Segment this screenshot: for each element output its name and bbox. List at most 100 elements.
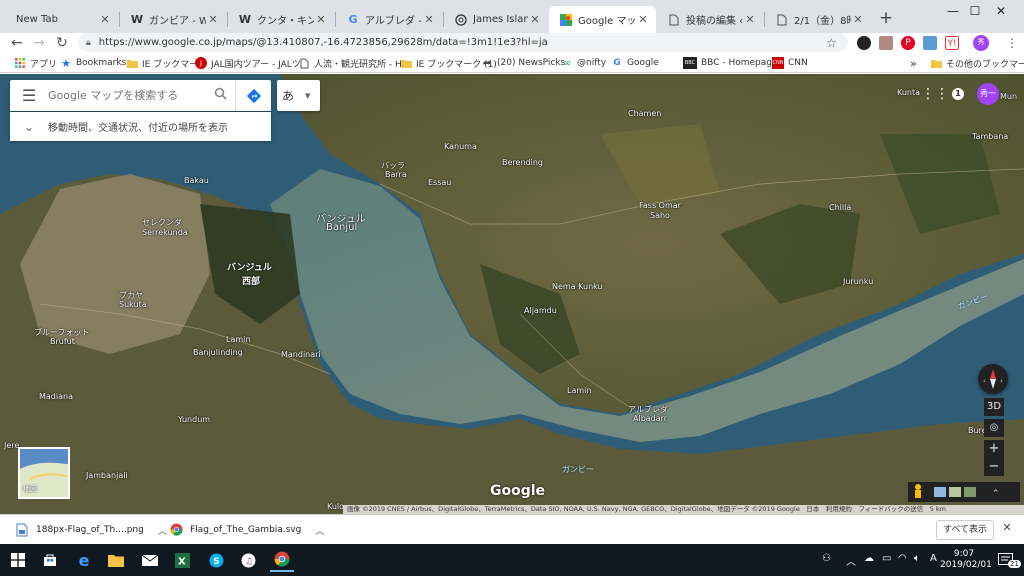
close-icon[interactable]: ✕	[206, 13, 220, 26]
bookmarks-overflow-button[interactable]: »	[910, 56, 917, 70]
compass-icon[interactable]: ‹ ›	[978, 364, 1008, 394]
place-label[interactable]: Kulo	[327, 502, 344, 511]
place-label[interactable]: バンジュル	[227, 260, 272, 273]
profile-icon[interactable]: 秀	[973, 35, 989, 51]
place-label[interactable]: Yundum	[178, 415, 210, 424]
bookmark-star-icon[interactable]: ☆	[826, 36, 842, 50]
people-icon[interactable]: ⚇	[822, 553, 831, 564]
bookmark-jinryu[interactable]: 人流・観光研究所 - H	[298, 56, 402, 70]
download-item[interactable]: 188px-Flag_of_Th....png ︿	[16, 522, 167, 538]
search-icon[interactable]	[205, 87, 235, 104]
place-label[interactable]: Chamen	[628, 109, 661, 118]
place-label[interactable]: Banjul	[326, 222, 357, 233]
action-center-icon[interactable]: 21	[994, 548, 1021, 572]
chevron-up-icon[interactable]: ︿	[315, 524, 324, 537]
excel-icon[interactable]: X	[170, 548, 194, 572]
extension-screenshot-icon[interactable]	[923, 36, 937, 50]
back-arrow-icon[interactable]: ←	[8, 34, 26, 52]
place-label[interactable]: Lamin	[226, 335, 250, 344]
place-label[interactable]: セレクンダ	[142, 217, 182, 228]
maps-search-input[interactable]	[48, 89, 205, 102]
store-icon[interactable]	[38, 548, 62, 572]
show-all-downloads-button[interactable]: すべて表示	[936, 520, 994, 540]
language-selector[interactable]: あ ▼	[277, 80, 320, 111]
volume-icon[interactable]: 🔈︎	[914, 553, 920, 564]
onedrive-cloud-icon[interactable]: ☁	[864, 553, 874, 564]
edge-icon[interactable]: e	[72, 548, 96, 572]
place-label[interactable]: Sukuta	[119, 300, 147, 309]
yahoo-icon[interactable]: Y!	[945, 36, 959, 50]
place-label[interactable]: Banjulinding	[193, 348, 243, 357]
tray-chevron-up-icon[interactable]: ︿	[846, 553, 856, 568]
tray-app-icon[interactable]: ▭	[882, 553, 891, 564]
tab-kunta-kinteh-wikipedia[interactable]: W クンタ・キンテ島と関 ✕	[228, 6, 334, 33]
tab-post-edit[interactable]: 投稿の編集 ‹ 観光 ✕	[657, 6, 763, 33]
my-location-icon[interactable]: ◎	[984, 419, 1004, 437]
bookmark-bookmarks[interactable]: ★ Bookmarks	[60, 56, 126, 70]
directions-icon[interactable]	[235, 80, 271, 111]
close-icon[interactable]: ✕	[1000, 521, 1014, 534]
forward-arrow-icon[interactable]: →	[30, 34, 48, 52]
bookmark-jal[interactable]: J JAL国内ツアー - JALツ	[195, 56, 301, 70]
close-icon[interactable]: ✕	[98, 13, 112, 26]
itunes-icon[interactable]: ♫	[236, 548, 260, 572]
place-label[interactable]: Kunta	[897, 88, 920, 97]
reload-icon[interactable]: ↻	[53, 34, 71, 52]
place-label[interactable]: 西部	[242, 274, 260, 287]
ime-icon[interactable]: A	[930, 553, 937, 564]
tab-albreda-google[interactable]: G アルブレダ - Google ✕	[336, 6, 442, 33]
place-label[interactable]: Albadarr	[633, 414, 667, 423]
place-label[interactable]: Jurunku	[843, 277, 873, 286]
tab-google-maps[interactable]: Google マップ ✕	[549, 6, 656, 33]
bookmark-nifty[interactable]: ∞ @nifty	[561, 56, 606, 70]
close-icon[interactable]: ✕	[743, 13, 757, 26]
close-icon[interactable]: ✕	[851, 13, 865, 26]
bookmark-newspicks[interactable]: ➦ (20) NewsPicks	[481, 56, 565, 70]
tab-gambia-wikipedia[interactable]: W ガンビア - Wikipedia ✕	[120, 6, 226, 33]
chevron-up-icon[interactable]: ︿	[158, 524, 167, 537]
taskbar-clock[interactable]: 9:07 2019/02/01	[940, 549, 992, 571]
wifi-icon[interactable]: ◠	[898, 553, 907, 564]
chrome-icon[interactable]	[270, 548, 294, 572]
extension-pdf-icon[interactable]	[879, 36, 893, 50]
tab-schedule[interactable]: 2/1（金）8時〜 ✕	[765, 6, 871, 33]
place-label[interactable]: Jambanjali	[86, 471, 128, 480]
mail-icon[interactable]	[138, 548, 162, 572]
place-label[interactable]: Madiana	[39, 392, 73, 401]
place-label[interactable]: Berending	[502, 158, 543, 167]
bookmark-google[interactable]: G Google	[611, 56, 658, 70]
place-label[interactable]: Kanuma	[444, 142, 477, 151]
zoom-in-button[interactable]: +	[984, 440, 1004, 458]
close-icon[interactable]: ✕	[314, 13, 328, 26]
place-label[interactable]: Mun	[1000, 92, 1017, 101]
notification-badge[interactable]: 1	[952, 88, 964, 100]
place-label[interactable]: Fass Omar	[639, 201, 681, 210]
place-label[interactable]: Chilla	[829, 203, 851, 212]
explore-nearby-bar[interactable]: ⌄ 移動時間、交通状況、付近の場所を表示	[10, 112, 271, 141]
tilt-3d-button[interactable]: 3D	[984, 398, 1004, 416]
place-label[interactable]: Aljamdu	[524, 306, 557, 315]
zoom-out-button[interactable]: −	[984, 458, 1004, 476]
place-label[interactable]: Barra	[385, 170, 407, 179]
place-label[interactable]: Bakau	[184, 176, 209, 185]
hamburger-menu-icon[interactable]: ☰	[10, 86, 48, 105]
bookmark-bbc[interactable]: BBC BBC - Homepage	[683, 56, 778, 70]
close-icon[interactable]: ✕	[422, 13, 436, 26]
extension-contrast-icon[interactable]	[857, 36, 871, 50]
place-label[interactable]: Saho	[650, 211, 670, 220]
place-label[interactable]: Nema Kunku	[552, 282, 603, 291]
windows-start-icon[interactable]	[6, 548, 30, 572]
window-close-button[interactable]: ✕	[978, 0, 1024, 22]
bookmark-other[interactable]: その他のブックマーク	[930, 56, 1024, 70]
menu-icon[interactable]: ⋮	[1005, 36, 1019, 50]
place-label[interactable]: Serrekunda	[142, 228, 188, 237]
new-tab-button[interactable]: +	[876, 8, 896, 28]
map-canvas[interactable]: Bakau セレクンダ Serrekunda バンジュル Banjul バンジュ…	[0, 74, 1024, 514]
address-bar[interactable]: 🔒︎ https://www.google.co.jp/maps/@13.410…	[78, 33, 848, 52]
tab-james-island[interactable]: James Island and ✕	[444, 6, 548, 33]
close-icon[interactable]: ✕	[636, 13, 650, 26]
bookmark-cnn[interactable]: CNN CNN	[772, 56, 808, 70]
bookmark-apps[interactable]: アプリ	[14, 56, 57, 70]
tab-new-tab[interactable]: New Tab ✕	[6, 6, 118, 33]
download-item[interactable]: Flag_of_The_Gambia.svg ︿	[170, 522, 324, 538]
